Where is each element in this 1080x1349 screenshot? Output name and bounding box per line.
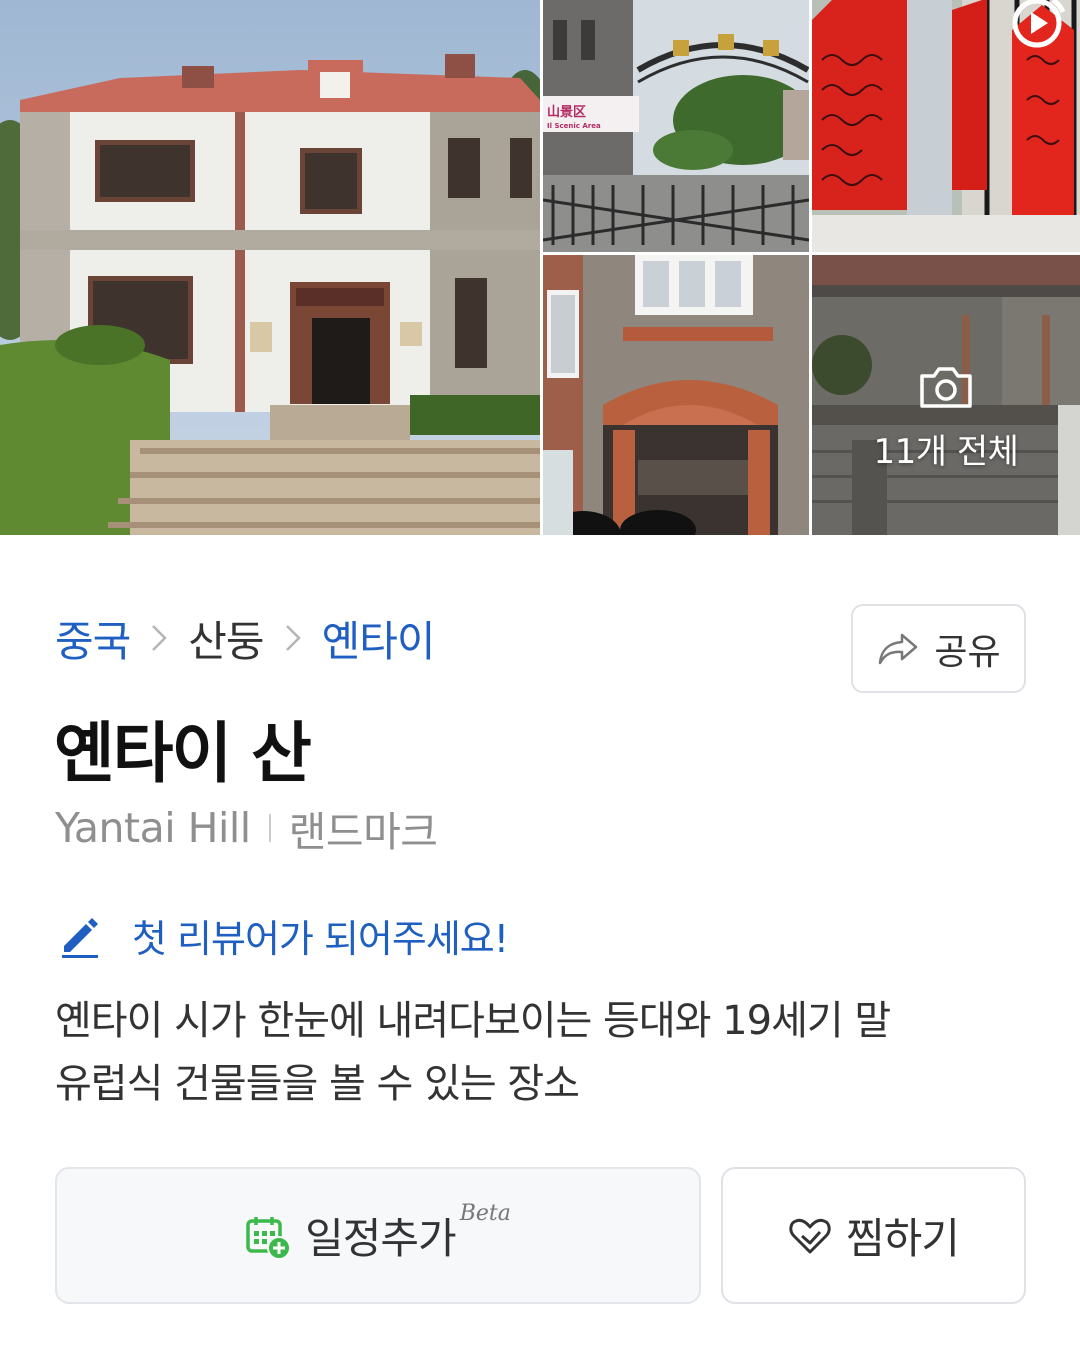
breadcrumb-city[interactable]: 옌타이 [322,608,436,669]
place-subtitle: Yantai Hill 랜드마크 [55,798,438,858]
share-arrow-icon [879,633,918,664]
video-play-icon[interactable] [1008,0,1066,52]
place-description: 옌타이 시가 한눈에 내려다보이는 등대와 19세기 말 유럽식 건물들을 볼 … [55,990,1015,1116]
breadcrumb: 중국 산둥 옌타이 [55,608,436,669]
calendar-add-icon [246,1216,292,1260]
wishlist-label: 찜하기 [846,1214,960,1263]
add-schedule-label: 일정추가 [305,1214,457,1263]
camera-icon [920,366,972,408]
share-button[interactable]: 공유 [851,604,1026,693]
breadcrumb-province[interactable]: 산둥 [188,608,264,669]
add-schedule-button[interactable]: 일정추가 Beta [55,1167,701,1304]
share-label: 공유 [934,631,1001,673]
place-title: 옌타이 산 [54,715,312,792]
place-english-name: Yantai Hill [55,804,251,852]
photo-gallery: 山景区 Il Scenic Area 11개 전체 [0,0,1080,535]
view-all-label: 11개 전체 [873,431,1019,472]
review-prompt: 첫 리뷰어가 되어주세요! [132,917,509,961]
pencil-icon [62,917,98,958]
chevron-right-icon [130,610,188,666]
chevron-right-icon [264,610,322,666]
breadcrumb-country[interactable]: 중국 [55,608,131,669]
wishlist-button[interactable]: 찜하기 [721,1167,1026,1304]
place-category: 랜드마크 [288,808,438,856]
brick-building-photo[interactable] [543,255,809,535]
main-photo[interactable] [0,0,540,535]
heart-icon [789,1218,831,1253]
gate-photo[interactable]: 山景区 Il Scenic Area [543,0,809,252]
write-first-review-link[interactable]: 첫 리뷰어가 되어주세요! [58,908,509,963]
divider [268,814,271,842]
gate-sign-text: 山景区 [547,104,586,120]
description-line: 유럽식 건물들을 볼 수 있는 장소 [55,1061,580,1107]
view-all-photos[interactable]: 11개 전체 [812,255,1080,535]
gate-sign-sub: Il Scenic Area [547,122,601,130]
beta-badge: Beta [459,1201,511,1226]
description-line: 옌타이 시가 한눈에 내려다보이는 등대와 19세기 말 [55,998,891,1044]
